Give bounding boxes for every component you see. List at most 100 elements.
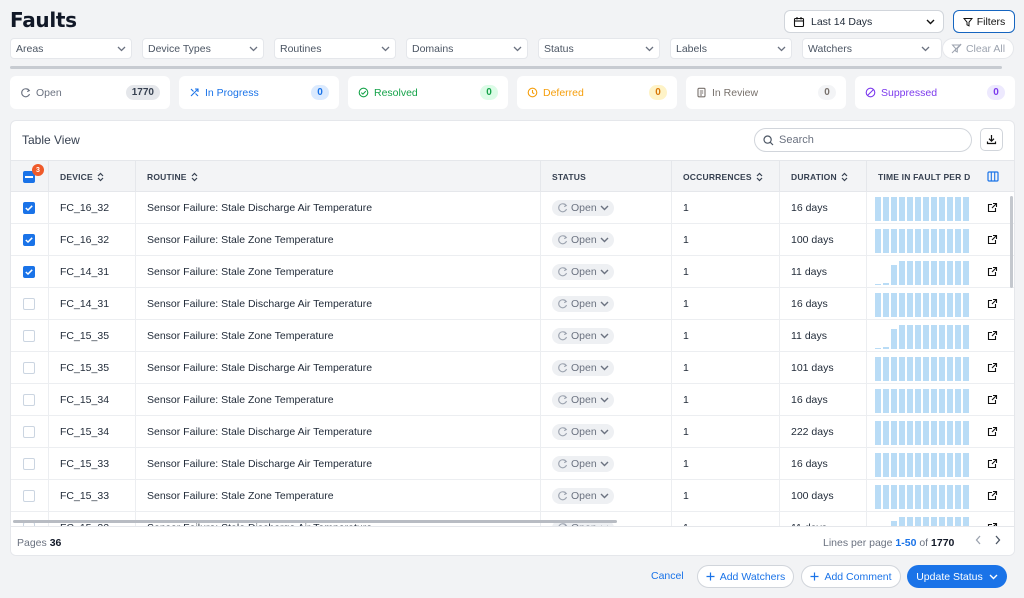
status-card-open[interactable]: Open 1770 <box>10 76 170 109</box>
row-checkbox[interactable] <box>23 425 35 438</box>
routines-dropdown[interactable]: Routines <box>274 38 396 59</box>
row-checkbox[interactable] <box>23 361 35 374</box>
status-card-deferred[interactable]: Deferred 0 <box>517 76 677 109</box>
filter-bar-scrollbar[interactable] <box>10 66 1002 69</box>
table-row[interactable]: FC_15_34 Sensor Failure: Stale Discharge … <box>11 416 1014 448</box>
routine-cell: Sensor Failure: Stale Discharge Air Temp… <box>135 512 541 526</box>
table-row[interactable]: FC_14_31 Sensor Failure: Stale Zone Tempe… <box>11 256 1014 288</box>
external-link-icon[interactable] <box>987 298 998 309</box>
row-checkbox[interactable] <box>23 489 35 502</box>
table-row[interactable]: FC_16_32 Sensor Failure: Stale Discharge … <box>11 192 1014 224</box>
fault-day-bar <box>923 420 929 445</box>
fault-day-bar <box>891 388 897 413</box>
date-range-select[interactable]: Last 14 Days <box>784 10 944 33</box>
status-card-in-progress[interactable]: In Progress 0 <box>179 76 339 109</box>
areas-dropdown[interactable]: Areas <box>10 38 132 59</box>
table-row[interactable]: FC_15_32Sensor Failure: Stale Discharge … <box>11 512 1014 526</box>
column-header-label: DURATION <box>791 171 837 182</box>
status-select[interactable]: Open <box>552 423 614 440</box>
row-checkbox[interactable] <box>23 297 35 310</box>
duration-cell: 11 days <box>779 256 867 287</box>
external-link-icon[interactable] <box>987 426 998 437</box>
table-row[interactable]: FC_14_31 Sensor Failure: Stale Discharge … <box>11 288 1014 320</box>
column-header-occurrences[interactable]: OCCURRENCES <box>671 161 780 192</box>
status-select[interactable]: Open <box>552 199 614 216</box>
external-link-icon[interactable] <box>987 266 998 277</box>
status-card-suppressed[interactable]: Suppressed 0 <box>855 76 1015 109</box>
search-box[interactable] <box>754 128 972 152</box>
row-checkbox[interactable] <box>23 457 35 470</box>
row-checkbox[interactable] <box>23 329 35 342</box>
status-card-resolved[interactable]: Resolved 0 <box>348 76 508 109</box>
clear-all-button[interactable]: Clear All <box>942 38 1014 59</box>
table-row[interactable]: FC_15_33 Sensor Failure: Stale Discharge … <box>11 448 1014 480</box>
watchers-dropdown[interactable]: Watchers <box>802 38 942 59</box>
status-select[interactable]: Open <box>552 487 614 504</box>
vertical-scrollbar[interactable] <box>1010 196 1013 288</box>
external-link-icon[interactable] <box>987 202 998 213</box>
download-button[interactable] <box>980 128 1003 151</box>
table-header: 3 DEVICE ROUTINE STATUS OCCURRENCES DURA… <box>11 160 1014 192</box>
row-select-cell <box>11 448 47 479</box>
fault-day-bar <box>875 388 881 413</box>
status-card-label: Open <box>36 86 62 99</box>
column-header-device[interactable]: DEVICE <box>48 161 136 192</box>
status-card-label: Deferred <box>543 86 584 99</box>
row-checkbox[interactable] <box>23 233 35 246</box>
column-header-duration[interactable]: DURATION <box>779 161 867 192</box>
external-link-icon[interactable] <box>987 490 998 501</box>
status-select[interactable]: Open <box>552 231 614 248</box>
external-link-icon[interactable] <box>987 234 998 245</box>
status-card-in-review[interactable]: In Review 0 <box>686 76 846 109</box>
occurrences-cell: 1 <box>671 384 780 415</box>
add-watchers-button[interactable]: Add Watchers <box>697 565 794 588</box>
external-link-icon[interactable] <box>987 458 998 469</box>
next-page-button[interactable] <box>995 535 1001 545</box>
fault-bars <box>875 291 970 317</box>
table-row[interactable]: FC_15_33 Sensor Failure: Stale Zone Tempe… <box>11 480 1014 512</box>
horizontal-scrollbar[interactable] <box>13 520 617 523</box>
table-row[interactable]: FC_16_32 Sensor Failure: Stale Zone Tempe… <box>11 224 1014 256</box>
external-link-icon[interactable] <box>987 394 998 405</box>
cancel-button[interactable]: Cancel <box>651 570 684 582</box>
previous-page-button[interactable] <box>975 535 981 545</box>
fault-day-bar <box>883 228 889 253</box>
page-range[interactable]: 1-50 <box>895 537 916 549</box>
external-link-icon[interactable] <box>987 362 998 373</box>
labels-dropdown[interactable]: Labels <box>670 38 792 59</box>
status-select[interactable]: Open <box>552 455 614 472</box>
update-status-button[interactable]: Update Status <box>907 565 1007 588</box>
table-row[interactable]: FC_15_34 Sensor Failure: Stale Zone Tempe… <box>11 384 1014 416</box>
column-header-status[interactable]: STATUS <box>540 161 672 192</box>
status-select[interactable]: Open <box>552 327 614 344</box>
column-header-routine[interactable]: ROUTINE <box>135 161 541 192</box>
status-dropdown[interactable]: Status <box>538 38 660 59</box>
row-checkbox[interactable] <box>23 201 35 214</box>
search-input[interactable] <box>779 134 959 146</box>
status-select[interactable]: Open <box>552 391 614 408</box>
chevron-down-icon <box>777 46 786 52</box>
row-checkbox[interactable] <box>23 265 35 278</box>
add-comment-button[interactable]: Add Comment <box>801 565 901 588</box>
status-select[interactable]: Open <box>552 263 614 280</box>
external-link-icon[interactable] <box>987 330 998 341</box>
table-row[interactable]: FC_15_35 Sensor Failure: Stale Discharge … <box>11 352 1014 384</box>
fault-day-bar <box>923 196 929 221</box>
fault-bars <box>875 419 970 445</box>
device-types-dropdown[interactable]: Device Types <box>142 38 264 59</box>
columns-icon[interactable] <box>986 171 999 182</box>
status-select[interactable]: Open <box>552 359 614 376</box>
occurrences-cell: 1 <box>671 192 780 223</box>
occurrences-cell: 1 <box>671 256 780 287</box>
status-select[interactable]: Open <box>552 295 614 312</box>
open-link-cell <box>969 448 1014 479</box>
column-header-time-in-fault[interactable]: TIME IN FAULT PER DAY <box>866 161 970 192</box>
status-dropdown-label: Status <box>544 42 574 55</box>
domains-dropdown-label: Domains <box>412 42 454 55</box>
table-row[interactable]: FC_15_35 Sensor Failure: Stale Zone Tempe… <box>11 320 1014 352</box>
filters-button[interactable]: Filters <box>953 10 1015 33</box>
fault-day-bar <box>883 282 889 285</box>
domains-dropdown[interactable]: Domains <box>406 38 528 59</box>
row-checkbox[interactable] <box>23 393 35 406</box>
duration-cell: 16 days <box>779 448 867 479</box>
